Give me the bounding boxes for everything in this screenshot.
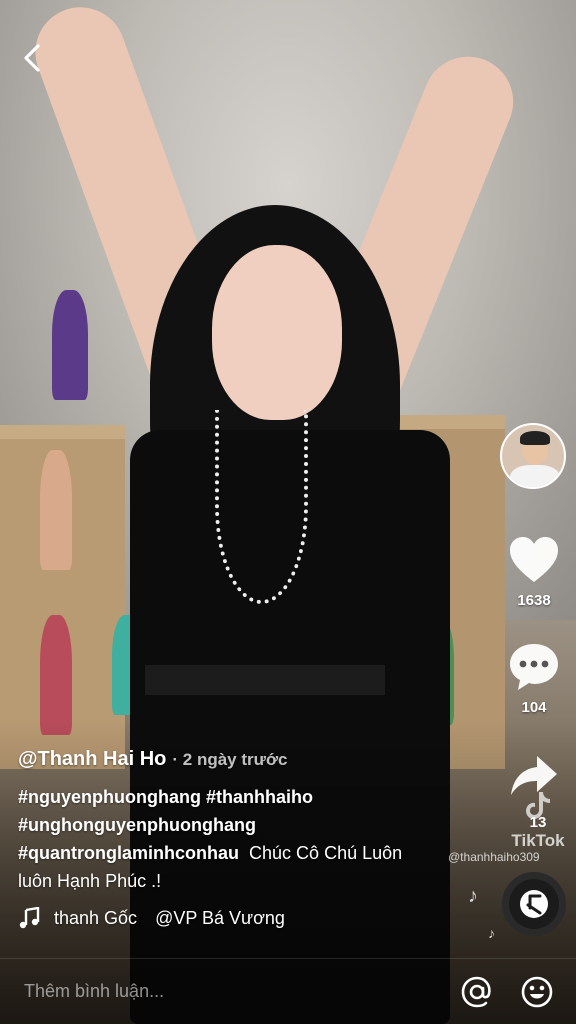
comment-input[interactable]: Thêm bình luận... — [24, 981, 164, 1002]
author-name[interactable]: @Thanh Hai Ho — [18, 748, 166, 770]
watermark-brand: TikTok — [511, 831, 565, 850]
like-button[interactable]: 1638 — [496, 535, 572, 609]
share-count: 13 — [529, 814, 547, 831]
pearl-necklace — [215, 410, 308, 604]
hashtag[interactable]: #nguyenphuonghang — [18, 787, 201, 807]
comment-button[interactable]: 104 — [496, 640, 572, 716]
post-message: Chúc Cô Chú Luôn — [249, 843, 403, 863]
back-button[interactable] — [18, 40, 48, 76]
post-message-cont: luôn Hạnh Phúc .! — [18, 871, 162, 891]
tiktok-watermark: 13 TikTok @thanhhaiho309 — [448, 790, 573, 864]
music-artist: @VP Bá Vương — [155, 907, 285, 928]
doll-figure — [40, 450, 72, 570]
dancer-belt — [145, 665, 385, 695]
mention-button[interactable] — [460, 975, 494, 1009]
dancer-face — [212, 245, 342, 420]
comment-bubble-icon — [510, 644, 558, 690]
post-caption: @Thanh Hai Ho · 2 ngày trước #nguyenphuon… — [18, 748, 488, 895]
comment-bar: Thêm bình luận... — [0, 958, 576, 1024]
music-info[interactable]: thanh Gốc @VP Bá Vương — [18, 907, 318, 937]
doll-figure — [52, 290, 88, 400]
chevron-left-icon — [24, 44, 40, 72]
like-count: 1638 — [517, 592, 551, 609]
comment-count: 104 — [521, 699, 547, 716]
hashtag[interactable]: #thanhhaiho — [206, 787, 313, 807]
floating-note-icon: ♪ — [468, 885, 478, 907]
smiley-icon — [521, 976, 553, 1008]
music-disc-icon — [520, 890, 548, 918]
creator-avatar[interactable] — [500, 423, 566, 489]
emoji-button[interactable] — [520, 975, 554, 1009]
music-label: thanh Gốc — [54, 907, 138, 928]
floating-note-icon: ♪ — [488, 925, 495, 941]
at-sign-icon — [461, 976, 491, 1008]
heart-icon — [510, 537, 558, 582]
post-time: · 2 ngày trước — [172, 750, 288, 769]
hashtag[interactable]: #quantronglaminhconhau — [18, 843, 239, 863]
music-disc-button[interactable] — [502, 872, 566, 936]
post-description: #nguyenphuonghang #thanhhaiho #unghonguy… — [18, 783, 488, 895]
doll-figure — [40, 615, 72, 735]
music-note-icon — [19, 907, 40, 929]
video-screen[interactable]: 1638 104 13 TikTok @thanhhaiho309 @Thanh… — [0, 0, 576, 1024]
hashtag[interactable]: #unghonguyenphuonghang — [18, 815, 256, 835]
